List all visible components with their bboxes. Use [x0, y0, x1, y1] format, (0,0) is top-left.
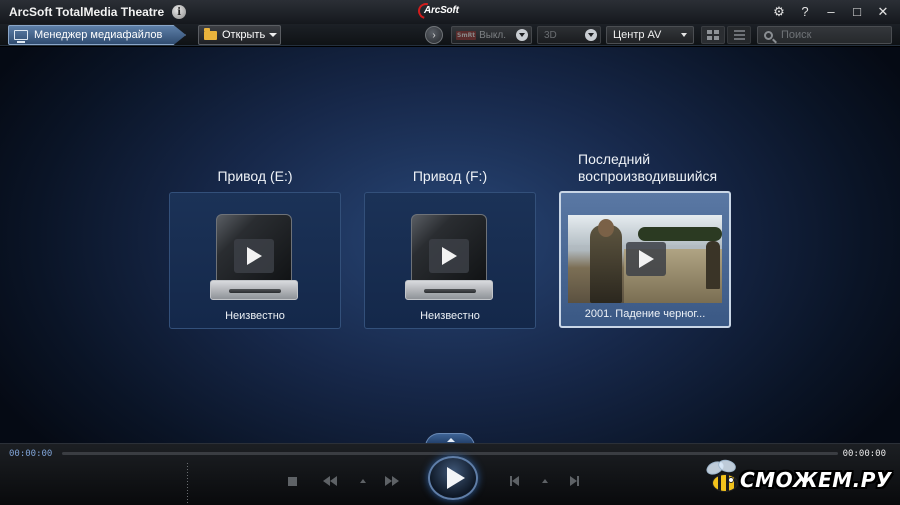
skip-back-icon — [509, 476, 519, 486]
title-bar: ArcSoft TotalMedia Theatre i ArcSoft ⚙ ?… — [0, 0, 900, 24]
app-title: ArcSoft TotalMedia Theatre — [9, 5, 165, 19]
folder-icon — [204, 27, 217, 40]
next-chapter-button[interactable] — [565, 474, 583, 488]
smart-mode-dropdown[interactable]: SmRt Выкл. — [451, 26, 532, 44]
open-button[interactable]: Открыть — [198, 25, 281, 45]
chevron-down-icon — [269, 33, 278, 37]
chevron-down-icon — [678, 29, 690, 41]
stop-button[interactable] — [283, 474, 301, 488]
open-label: Открыть — [222, 29, 266, 41]
chevron-down-icon — [516, 29, 528, 41]
drive-e-card[interactable]: Неизвестно — [169, 192, 341, 329]
card-label: Неизвестно — [225, 310, 285, 322]
grid-view-icon — [707, 30, 719, 40]
chevron-up-icon — [542, 479, 548, 483]
video-thumbnail — [568, 215, 722, 303]
search-icon — [764, 30, 773, 40]
play-overlay-icon — [234, 239, 274, 273]
3d-mode-value: 3D — [544, 29, 557, 41]
chevron-down-icon — [585, 29, 597, 41]
divider — [187, 463, 188, 503]
settings-gear-icon[interactable]: ⚙ — [768, 3, 790, 21]
previous-chapter-button[interactable] — [505, 474, 523, 488]
info-icon[interactable]: i — [172, 5, 187, 19]
search-input[interactable] — [781, 29, 885, 41]
stop-icon — [287, 476, 297, 486]
elapsed-time: 00:00:00 — [9, 449, 53, 459]
watermark-text: СМОЖЕМ.РУ — [740, 468, 892, 492]
maximize-icon[interactable]: □ — [846, 3, 868, 21]
list-view-icon — [733, 30, 745, 40]
smart-mode-value: Выкл. — [479, 29, 507, 41]
play-overlay-icon — [626, 242, 666, 276]
drive-icon — [405, 214, 493, 300]
media-manager-button[interactable]: Менеджер медиафайлов — [8, 25, 186, 45]
media-manager-label: Менеджер медиафайлов — [34, 29, 163, 41]
audio-mode-value: Центр AV — [613, 29, 662, 41]
logo-swoosh-icon — [415, 0, 437, 22]
search-box — [757, 26, 892, 44]
grid-view-button[interactable] — [701, 26, 725, 44]
rewind-speed-button[interactable] — [354, 474, 372, 488]
seek-bar[interactable] — [62, 452, 838, 455]
skip-forward-icon — [569, 476, 579, 486]
window-controls: ⚙ ? – □ ✕ — [768, 3, 894, 21]
drive-icon — [210, 214, 298, 300]
chevron-up-icon — [360, 479, 366, 483]
card-label: 2001. Падение черног... — [584, 308, 706, 320]
3d-mode-dropdown[interactable]: 3D — [537, 26, 601, 44]
minimize-icon[interactable]: – — [820, 3, 842, 21]
arcsoft-logo: ArcSoft — [415, 0, 459, 22]
bee-icon — [702, 457, 742, 496]
fast-forward-icon — [385, 476, 399, 486]
smart-badge: SmRt — [456, 30, 477, 40]
card-title: Привод (E:) — [217, 168, 293, 184]
card-title: Последний воспроизводившийся — [578, 151, 718, 184]
audio-mode-dropdown[interactable]: Центр AV — [606, 26, 694, 44]
help-icon[interactable]: ? — [794, 3, 816, 21]
watermark: СМОЖЕМ.РУ — [700, 456, 895, 502]
last-played-card[interactable]: 2001. Падение черног... — [559, 191, 731, 328]
card-label: Неизвестно — [420, 310, 480, 322]
monitor-icon — [14, 30, 28, 43]
next-arrow-button[interactable]: › — [425, 26, 443, 44]
toolbar: Менеджер медиафайлов Открыть › SmRt Выкл… — [0, 24, 900, 46]
close-icon[interactable]: ✕ — [872, 3, 894, 21]
play-button[interactable] — [428, 456, 478, 500]
list-view-button[interactable] — [727, 26, 751, 44]
rewind-button[interactable] — [321, 474, 339, 488]
drive-f-card[interactable]: Неизвестно — [364, 192, 536, 329]
chapter-menu-button[interactable] — [536, 474, 554, 488]
media-browser: Привод (E:) Неизвестно Привод (F:) Неизв… — [0, 47, 900, 443]
fast-forward-button[interactable] — [383, 474, 401, 488]
rewind-icon — [323, 476, 337, 486]
card-title: Привод (F:) — [412, 168, 488, 184]
play-overlay-icon — [429, 239, 469, 273]
